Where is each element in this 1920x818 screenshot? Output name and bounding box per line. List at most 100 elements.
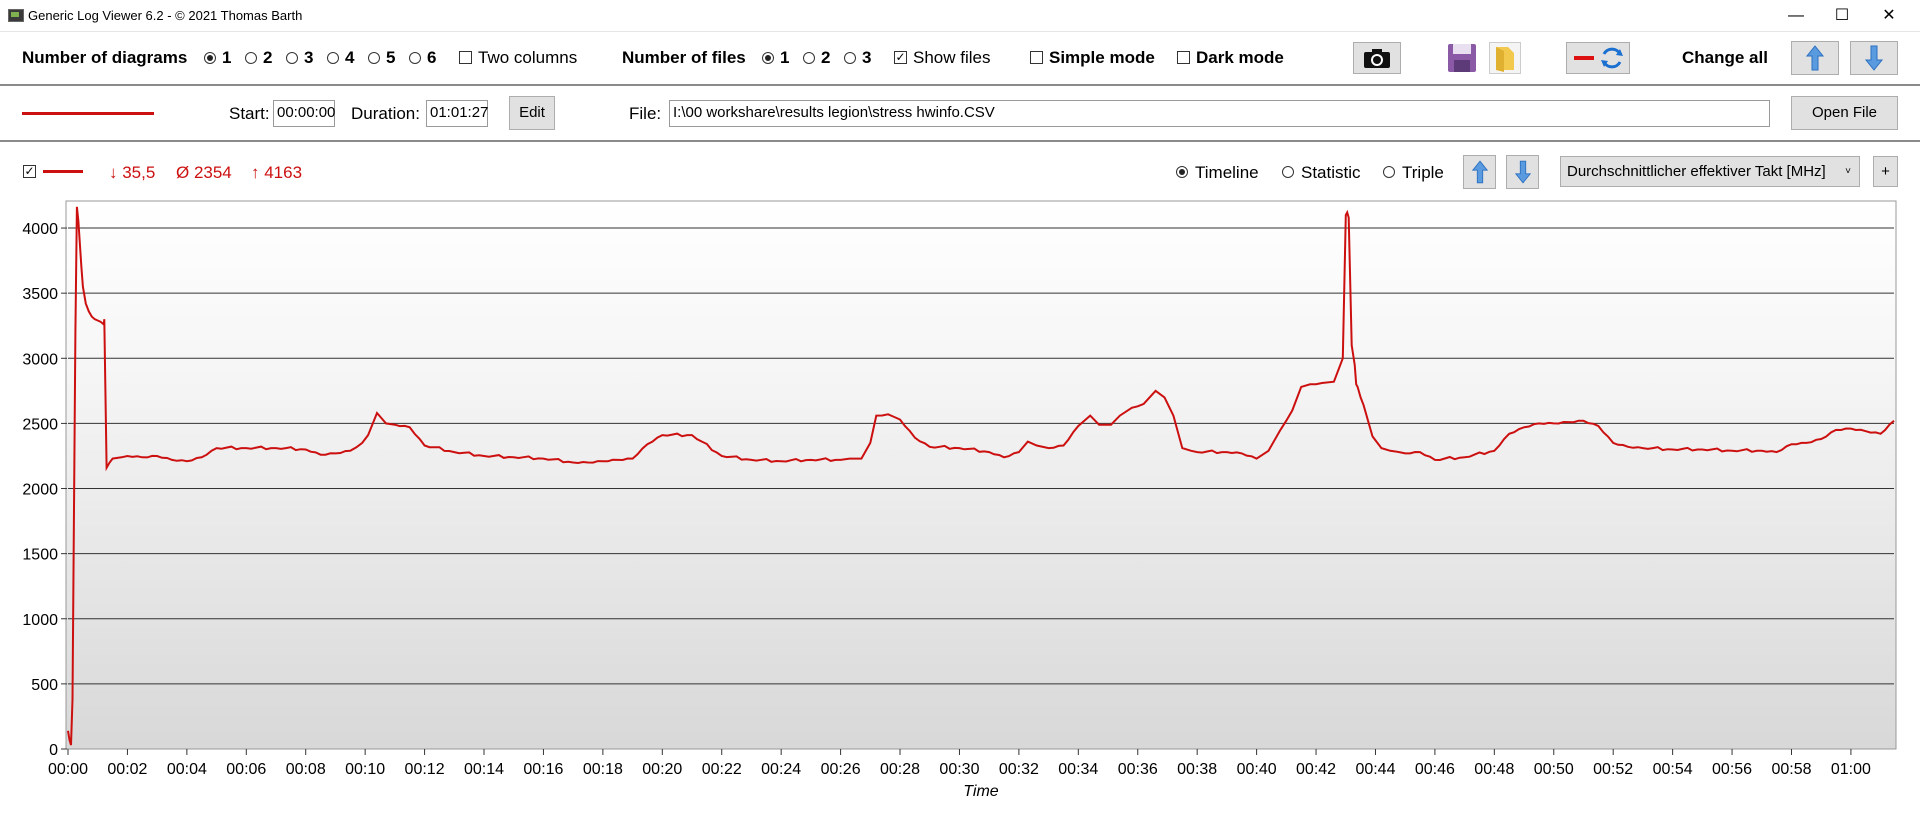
timeline-chart[interactable]: 0 500 1000 1500 2000 2500 3000 3500 4000 00:00 00…: [0, 198, 1920, 818]
y-tick-label: 1000: [22, 612, 58, 629]
change-all-down-button[interactable]: [1850, 41, 1898, 75]
x-tick-label: 00:58: [1771, 761, 1811, 778]
diagrams-option-1-label: 1: [222, 48, 232, 67]
files-radio-3[interactable]: [844, 52, 856, 64]
file-label: File:: [629, 104, 662, 123]
diagrams-radio-3[interactable]: [286, 52, 298, 64]
y-tick-label: 1500: [22, 547, 58, 564]
y-tick-label: 3000: [22, 351, 58, 368]
dark-mode-label: Dark mode: [1196, 48, 1284, 67]
start-label: Start:: [229, 104, 270, 123]
y-tick-label: 2000: [22, 482, 58, 499]
diagrams-option-5-label: 5: [386, 48, 396, 67]
diagrams-radio-5[interactable]: [368, 52, 380, 64]
x-tick-label: 00:12: [405, 761, 445, 778]
view-radio-statistic[interactable]: [1282, 166, 1294, 178]
view-triple-label: Triple: [1402, 163, 1444, 182]
x-tick-label: 00:54: [1653, 761, 1693, 778]
chart-up-button[interactable]: [1463, 155, 1496, 189]
x-tick-label: 00:00: [48, 761, 88, 778]
x-tick-label: 00:20: [642, 761, 682, 778]
x-tick-label: 00:30: [939, 761, 979, 778]
x-tick-label: 00:42: [1296, 761, 1336, 778]
show-files-checkbox[interactable]: ✓: [894, 51, 907, 64]
avg-value: Ø 2354: [176, 163, 232, 182]
y-tick-label: 500: [31, 677, 58, 694]
files-radio-1[interactable]: [762, 52, 774, 64]
title-bar: Generic Log Viewer 6.2 - © 2021 Thomas B…: [0, 0, 1920, 32]
swap-color-button[interactable]: [1566, 42, 1630, 74]
change-all-up-button[interactable]: [1791, 41, 1839, 75]
y-tick-label: 4000: [22, 221, 58, 238]
diagrams-radio-6[interactable]: [409, 52, 421, 64]
app-icon: [8, 9, 24, 22]
files-option-1-label: 1: [780, 48, 790, 67]
files-option-3-label: 3: [862, 48, 872, 67]
x-tick-label: 00:50: [1534, 761, 1574, 778]
x-tick-label: 00:04: [167, 761, 207, 778]
refresh-icon: [1574, 47, 1623, 69]
x-tick-label: 00:56: [1712, 761, 1752, 778]
simple-mode-label: Simple mode: [1049, 48, 1155, 67]
x-tick-label: 00:34: [1058, 761, 1098, 778]
duration-label: Duration:: [351, 104, 420, 123]
number-of-diagrams-label: Number of diagrams: [22, 48, 188, 67]
series-visible-checkbox[interactable]: ✓: [23, 165, 36, 178]
y-tick-label: 2500: [22, 416, 58, 433]
x-tick-label: 00:52: [1593, 761, 1633, 778]
x-tick-label: 00:48: [1474, 761, 1514, 778]
sensor-select-value: Durchschnittlicher effektiver Takt [MHz]: [1567, 163, 1826, 180]
close-button[interactable]: ✕: [1866, 0, 1912, 31]
chart-down-button[interactable]: [1506, 155, 1539, 189]
min-value: ↓ 35,5: [109, 163, 156, 182]
change-all-label: Change all: [1682, 48, 1768, 67]
file-path-field[interactable]: I:\00 workshare\results legion\stress hw…: [669, 100, 1770, 127]
maximize-button[interactable]: ☐: [1819, 0, 1865, 31]
series-color-swatch[interactable]: [22, 112, 154, 115]
add-series-button[interactable]: +: [1873, 156, 1898, 187]
duration-field[interactable]: 01:01:27: [426, 100, 488, 127]
folder-icon: [1496, 47, 1514, 72]
diagrams-option-6-label: 6: [427, 48, 437, 67]
file-row: Start: 00:00:00 Duration: 01:01:27 Edit …: [0, 86, 1920, 142]
max-value: ↑ 4163: [251, 163, 303, 182]
view-radio-triple[interactable]: [1383, 166, 1395, 178]
view-radio-timeline[interactable]: [1176, 166, 1188, 178]
minimize-button[interactable]: —: [1773, 0, 1819, 31]
start-time-field[interactable]: 00:00:00: [273, 100, 335, 127]
sensor-select[interactable]: Durchschnittlicher effektiver Takt [MHz]…: [1560, 156, 1860, 187]
show-files-label: Show files: [913, 48, 991, 67]
files-radio-2[interactable]: [803, 52, 815, 64]
x-tick-label: 00:26: [821, 761, 861, 778]
x-tick-label: 00:36: [1118, 761, 1158, 778]
diagrams-radio-4[interactable]: [327, 52, 339, 64]
diagrams-option-3-label: 3: [304, 48, 314, 67]
diagrams-radio-1[interactable]: [204, 52, 216, 64]
open-file-button[interactable]: Open File: [1791, 96, 1898, 130]
edit-button[interactable]: Edit: [509, 96, 555, 130]
y-tick-label: 3500: [22, 286, 58, 303]
two-columns-label: Two columns: [478, 48, 578, 67]
open-folder-button[interactable]: [1489, 42, 1521, 74]
x-tick-label: 00:32: [999, 761, 1039, 778]
files-option-2-label: 2: [821, 48, 831, 67]
camera-icon: [1364, 49, 1390, 68]
y-tick-label: 0: [49, 742, 58, 759]
arrow-down-icon: [1514, 160, 1531, 184]
y-axis-ticks: 0 500 1000 1500 2000 2500 3000 3500 4000: [22, 221, 67, 759]
x-tick-label: 00:38: [1177, 761, 1217, 778]
diagrams-radio-2[interactable]: [245, 52, 257, 64]
main-toolbar: Number of diagrams 1 2 3 4 5 6 Two colum…: [0, 32, 1920, 86]
x-tick-label: 00:14: [464, 761, 504, 778]
x-tick-label: 00:24: [761, 761, 801, 778]
save-button[interactable]: [1446, 42, 1478, 74]
simple-mode-checkbox[interactable]: [1030, 51, 1043, 64]
dark-mode-checkbox[interactable]: [1177, 51, 1190, 64]
x-tick-label: 00:40: [1237, 761, 1277, 778]
arrow-up-icon: [1471, 160, 1488, 184]
x-tick-label: 00:18: [583, 761, 623, 778]
two-columns-checkbox[interactable]: [459, 51, 472, 64]
window-title: Generic Log Viewer 6.2 - © 2021 Thomas B…: [28, 8, 303, 23]
screenshot-button[interactable]: [1353, 42, 1401, 74]
x-tick-label: 00:44: [1355, 761, 1395, 778]
